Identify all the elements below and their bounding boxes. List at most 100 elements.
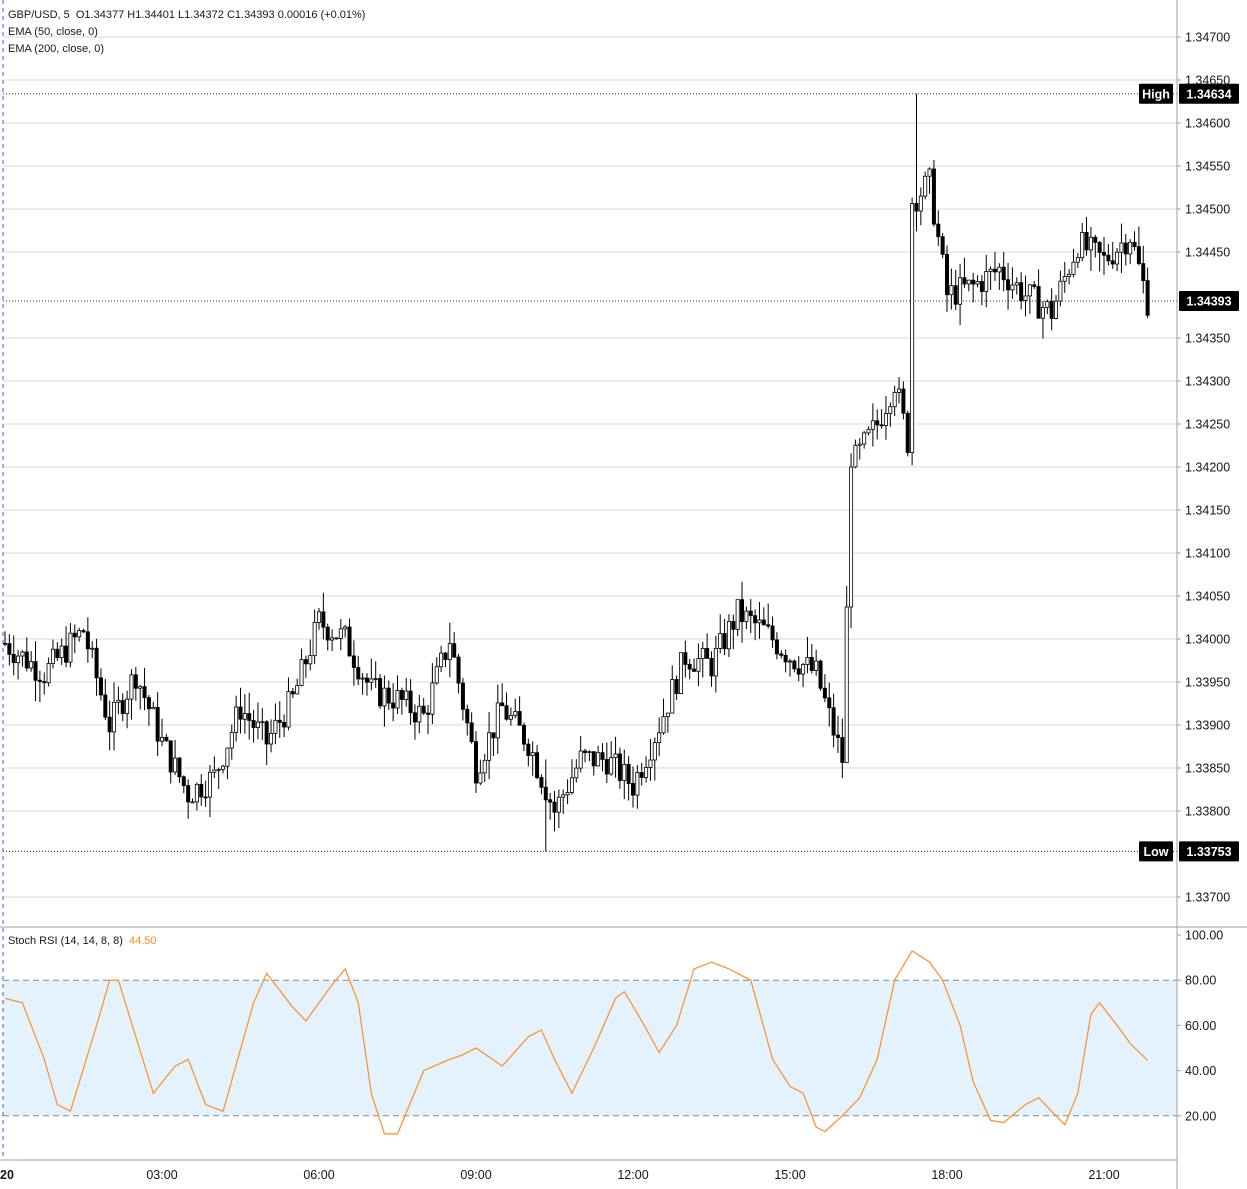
candle-body — [862, 432, 867, 445]
ema200-label[interactable]: EMA (200, close, 0) — [8, 41, 365, 58]
candle-body — [770, 625, 775, 641]
candle-body — [426, 712, 431, 715]
candle-body — [945, 253, 950, 296]
candle-body — [334, 637, 339, 640]
candle-body — [125, 698, 130, 714]
legend: GBP/USD, 5 O1.34377 H1.34401 L1.34372 C1… — [8, 7, 365, 58]
candle-body — [521, 724, 526, 745]
candle-body — [469, 722, 474, 743]
candle-body — [988, 268, 993, 272]
candle-body — [242, 713, 247, 720]
candle-body — [1141, 263, 1146, 281]
candle-body — [578, 750, 583, 769]
candle-body — [395, 690, 400, 709]
ema50-label[interactable]: EMA (50, close, 0) — [8, 24, 365, 41]
candle-body — [478, 772, 483, 784]
candle-body — [556, 796, 561, 813]
candle-body — [90, 647, 95, 650]
candle-body — [155, 706, 160, 742]
candle-body — [1128, 241, 1133, 255]
candle-body — [186, 785, 191, 803]
candle-body — [992, 268, 997, 273]
candle-body — [212, 769, 217, 773]
candle-body — [1036, 286, 1041, 319]
candle-body — [718, 633, 723, 649]
price-tick-label: 1.34700 — [1185, 31, 1230, 45]
candle-body — [517, 711, 522, 726]
candles — [3, 93, 1150, 852]
candle-body — [692, 668, 697, 672]
price-tick-label: 1.34050 — [1185, 590, 1230, 604]
candle-body — [181, 776, 186, 786]
candle-body — [953, 285, 958, 305]
candle-body — [129, 674, 134, 700]
high-value: 1.34634 — [1186, 87, 1231, 101]
candle-body — [85, 631, 90, 650]
candle-body — [774, 639, 779, 655]
candle-body — [487, 732, 492, 761]
candle-body — [1019, 282, 1024, 301]
candle-body — [238, 706, 243, 720]
price-tick-label: 1.34250 — [1185, 418, 1230, 432]
candle-body — [670, 679, 675, 714]
candle-body — [753, 615, 758, 624]
candle-body — [857, 443, 862, 446]
candle-body — [1027, 284, 1032, 297]
candle-body — [151, 706, 156, 710]
candle-body — [434, 666, 439, 684]
candle-body — [1014, 282, 1019, 286]
candle-body — [966, 279, 971, 285]
candle-body — [626, 763, 631, 784]
candle-body — [1006, 279, 1011, 291]
candle-body — [591, 751, 596, 767]
rsi-legend[interactable]: Stoch RSI (14, 14, 8, 8) 44.50 — [8, 935, 156, 947]
candle-body — [72, 632, 77, 638]
candle-body — [1084, 232, 1089, 251]
candle-body — [29, 661, 34, 669]
rsi-axis: 100.00 80.00 60.00 40.00 20.00 — [1177, 929, 1223, 1123]
candle-body — [77, 630, 82, 638]
candle-body — [142, 686, 147, 699]
candle-body — [430, 682, 435, 715]
candle-body — [500, 702, 505, 707]
candle-body — [639, 772, 644, 778]
candle-body — [657, 732, 662, 744]
candle-body — [81, 630, 86, 633]
candle-body — [1045, 301, 1050, 308]
candle-body — [1123, 242, 1128, 255]
candle-body — [901, 388, 906, 414]
candle-body — [870, 420, 875, 430]
candle-body — [583, 750, 588, 753]
candle-body — [940, 236, 945, 255]
candle-body — [190, 801, 195, 804]
candle-body — [42, 681, 47, 684]
candle-body — [439, 652, 444, 668]
time-tick-label: 06:00 — [303, 1168, 334, 1182]
candle-body — [726, 621, 731, 650]
candle-body — [731, 621, 736, 630]
candle-body — [674, 679, 679, 695]
candle-body — [569, 777, 574, 793]
candle-body — [199, 783, 204, 798]
candle-body — [652, 742, 657, 761]
candle-body — [740, 599, 745, 623]
candle-body — [705, 648, 710, 659]
candle-body — [539, 777, 544, 788]
candle-body — [526, 743, 531, 756]
candle-body — [1080, 232, 1085, 259]
candle-body — [482, 759, 487, 774]
candle-body — [513, 711, 518, 716]
symbol-label: GBP/USD, 5 — [8, 9, 70, 21]
candle-body — [1145, 280, 1150, 316]
candle-body — [24, 651, 29, 669]
candle-body — [530, 752, 535, 756]
candle-body — [552, 801, 557, 813]
price-tick-label: 1.33850 — [1185, 762, 1230, 776]
candle-body — [875, 420, 880, 426]
candle-body — [561, 794, 566, 798]
candle-body — [1106, 254, 1111, 262]
candle-body — [744, 610, 749, 623]
candle-body — [779, 653, 784, 656]
candle-body — [133, 674, 138, 689]
candle-body — [631, 783, 636, 796]
